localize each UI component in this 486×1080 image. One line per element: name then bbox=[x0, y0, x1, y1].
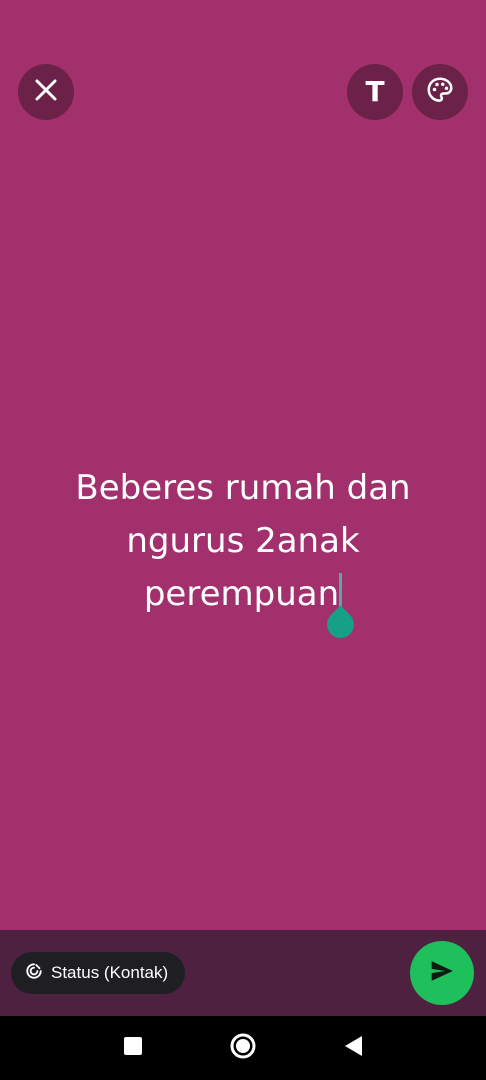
text-cursor bbox=[321, 573, 360, 644]
square-icon bbox=[123, 1036, 143, 1061]
close-button[interactable] bbox=[18, 64, 74, 120]
status-text-line: perempuan bbox=[143, 574, 340, 614]
back-button[interactable] bbox=[337, 1032, 369, 1064]
status-text[interactable]: Beberes rumah dan ngurus 2anak perempuan bbox=[0, 462, 486, 644]
status-text-line: ngurus 2anak bbox=[126, 521, 360, 561]
close-icon bbox=[34, 78, 58, 107]
home-button[interactable] bbox=[227, 1032, 259, 1064]
text-style-label: T bbox=[365, 75, 385, 108]
circle-icon bbox=[229, 1032, 257, 1065]
status-text-line-last: perempuan bbox=[0, 568, 486, 644]
status-audience-button[interactable]: Status (Kontak) bbox=[11, 952, 186, 994]
background-color-button[interactable] bbox=[412, 64, 468, 120]
status-audience-label: Status (Kontak) bbox=[51, 963, 169, 982]
send-icon bbox=[429, 958, 455, 989]
triangle-back-icon bbox=[342, 1034, 364, 1063]
bottom-bar: Status (Kontak) bbox=[0, 930, 486, 1016]
status-ring-icon bbox=[25, 962, 43, 985]
system-navigation-bar bbox=[0, 1016, 486, 1080]
send-button[interactable] bbox=[410, 941, 474, 1005]
status-text-line: Beberes rumah dan bbox=[75, 468, 411, 508]
recents-button[interactable] bbox=[117, 1032, 149, 1064]
palette-icon bbox=[425, 75, 455, 110]
text-style-button[interactable]: T bbox=[347, 64, 403, 120]
